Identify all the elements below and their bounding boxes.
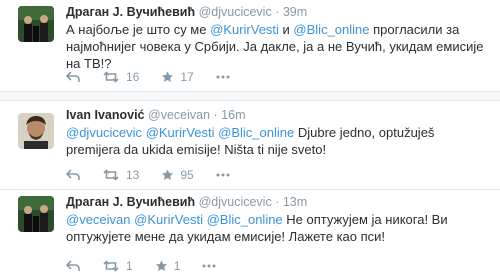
retweet-count: 13: [126, 168, 140, 182]
tweet-actions: 1 1: [66, 256, 238, 276]
tweet-actions: 16 17: [66, 67, 252, 87]
favorite-button[interactable]: 17: [161, 70, 194, 84]
more-icon: [216, 173, 230, 177]
separator-dot: ·: [275, 5, 280, 19]
reply-icon: [66, 169, 80, 180]
reply-button[interactable]: [66, 71, 80, 83]
mention-link[interactable]: @Blic_online: [293, 22, 369, 37]
tweet-header: Драган Ј. Вучићевић @djvucicevic · 13m: [66, 194, 490, 210]
tweet-username[interactable]: @djvucicevic: [199, 5, 272, 19]
reply-icon: [66, 260, 80, 271]
separator-dot: ·: [275, 195, 280, 209]
more-button[interactable]: [216, 75, 230, 79]
tweet-timestamp[interactable]: 13m: [283, 195, 307, 209]
tweet-content: Драган Ј. Вучићевић @djvucicevic · 13m @…: [66, 194, 490, 245]
retweet-count: 1: [126, 259, 133, 273]
more-icon: [216, 75, 230, 79]
tweet-text-segment: А најбоље је што су ме: [66, 22, 211, 37]
favorite-icon: [162, 71, 174, 82]
avatar[interactable]: [18, 196, 54, 232]
tweet-header: Ivan Ivanović @veceivan · 16m: [66, 107, 490, 123]
mention-link[interactable]: @djvucicevic: [66, 125, 142, 140]
timeline-gap: [0, 92, 500, 100]
tweet-text: @veceivan @KurirVesti @Blic_online Не оп…: [66, 211, 490, 245]
separator-dot: ·: [213, 108, 218, 122]
avatar[interactable]: [18, 6, 54, 42]
favorite-count: 17: [180, 70, 194, 84]
tweet-username[interactable]: @veceivan: [148, 108, 210, 122]
favorite-icon: [162, 169, 174, 180]
retweet-count: 16: [126, 70, 140, 84]
retweet-icon: [103, 169, 119, 181]
tweet-fullname[interactable]: Драган Ј. Вучићевић: [66, 5, 195, 19]
more-icon: [202, 264, 216, 268]
tweet-text: @djvucicevic @KurirVesti @Blic_online Dj…: [66, 124, 490, 158]
tweet-content: Драган Ј. Вучићевић @djvucicevic · 39m А…: [66, 4, 490, 72]
retweet-button[interactable]: 16: [102, 70, 139, 84]
avatar[interactable]: [18, 113, 54, 149]
mention-link[interactable]: @KurirVesti: [146, 125, 215, 140]
tweet-actions: 13 95: [66, 165, 252, 185]
more-button[interactable]: [216, 173, 230, 177]
timeline: Драган Ј. Вучићевић @djvucicevic · 39m А…: [0, 0, 500, 280]
more-button[interactable]: [202, 264, 216, 268]
tweet-fullname[interactable]: Ivan Ivanović: [66, 108, 145, 122]
mention-link[interactable]: @Blic_online: [218, 125, 294, 140]
mention-link[interactable]: @KurirVesti: [210, 22, 279, 37]
reply-button[interactable]: [66, 169, 80, 181]
tweet-text-segment: и: [278, 22, 294, 37]
tweet-timestamp[interactable]: 39m: [283, 5, 307, 19]
tweet-header: Драган Ј. Вучићевић @djvucicevic · 39m: [66, 4, 490, 20]
reply-icon: [66, 71, 80, 82]
tweet[interactable]: Драган Ј. Вучићевић @djvucicevic · 39m А…: [0, 0, 500, 92]
tweet-content: Ivan Ivanović @veceivan · 16m @djvucicev…: [66, 107, 490, 158]
mention-link[interactable]: @veceivan: [66, 212, 131, 227]
mention-link[interactable]: @Blic_online: [207, 212, 283, 227]
tweet-username[interactable]: @djvucicevic: [199, 195, 272, 209]
mention-link[interactable]: @KurirVesti: [134, 212, 203, 227]
tweet-fullname[interactable]: Драган Ј. Вучићевић: [66, 195, 195, 209]
retweet-icon: [103, 71, 119, 83]
favorite-count: 1: [173, 259, 181, 273]
tweet-text: А најбоље је што су ме @KurirVesti и @Bl…: [66, 21, 490, 72]
retweet-button[interactable]: 1: [102, 259, 133, 273]
retweet-button[interactable]: 13: [102, 168, 139, 182]
favorite-button[interactable]: 1: [155, 259, 181, 273]
favorite-icon: [155, 260, 167, 271]
tweet[interactable]: Ivan Ivanović @veceivan · 16m @djvucicev…: [0, 100, 500, 190]
tweet[interactable]: Драган Ј. Вучићевић @djvucicevic · 13m @…: [0, 190, 500, 280]
favorite-count: 95: [180, 168, 194, 182]
retweet-icon: [103, 260, 119, 272]
favorite-button[interactable]: 95: [161, 168, 194, 182]
reply-button[interactable]: [66, 260, 80, 272]
tweet-timestamp[interactable]: 16m: [221, 108, 245, 122]
